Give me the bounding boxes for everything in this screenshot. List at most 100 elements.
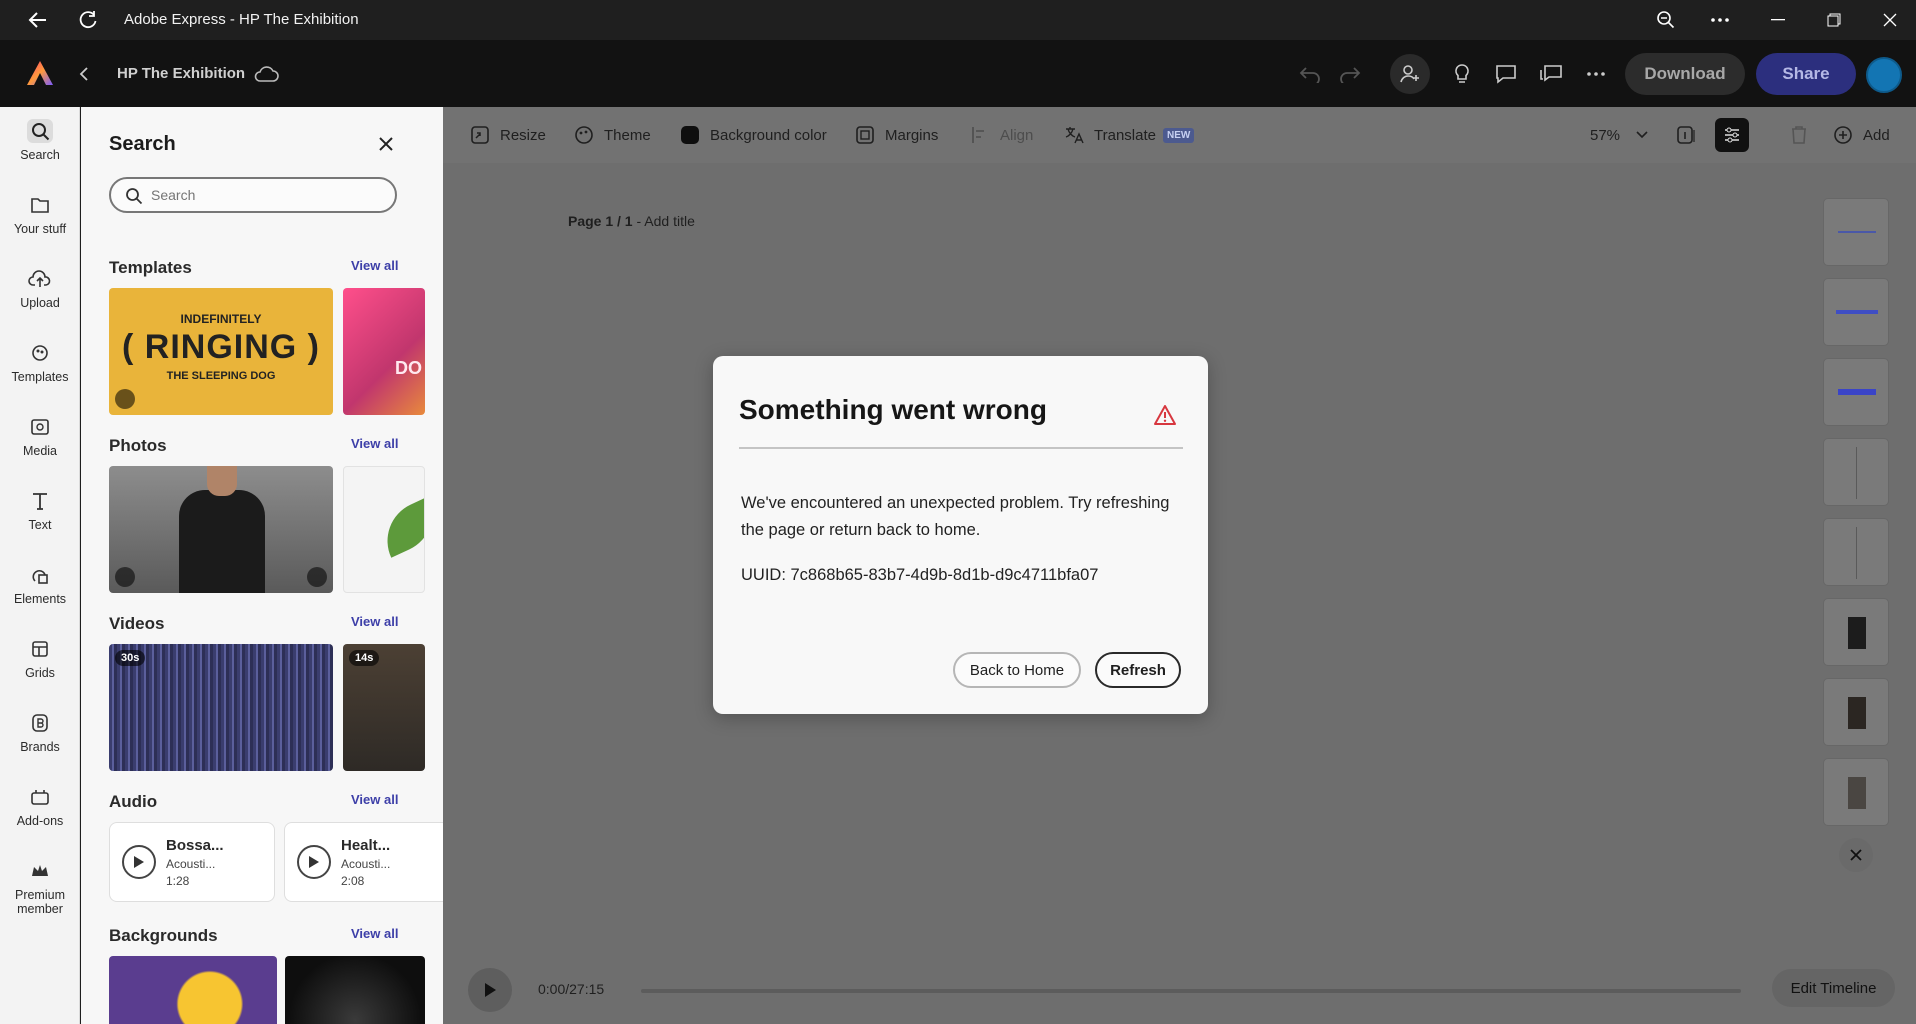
lightbulb-icon[interactable] <box>1446 58 1478 90</box>
avatar[interactable] <box>1866 57 1902 93</box>
video-card[interactable]: 14s <box>343 644 425 771</box>
invite-user-icon[interactable] <box>1390 54 1430 94</box>
audio-track-card[interactable]: Bossa... Acousti... 1:28 <box>109 822 275 902</box>
trash-icon[interactable] <box>1790 124 1808 146</box>
scene-thumbnail[interactable] <box>1823 198 1889 266</box>
theme-button[interactable]: Theme <box>574 124 651 146</box>
crown-icon <box>32 865 48 876</box>
play-icon <box>485 983 496 997</box>
present-icon[interactable] <box>1535 58 1567 90</box>
undo-icon[interactable] <box>1294 58 1326 90</box>
close-panel-icon[interactable] <box>373 131 399 157</box>
resize-button[interactable]: Resize <box>470 124 546 146</box>
section-title-templates: Templates <box>109 258 192 277</box>
rail-item-text[interactable]: Text <box>0 489 80 532</box>
search-input[interactable] <box>151 185 381 205</box>
comment-icon[interactable] <box>1490 58 1522 90</box>
back-to-home-button[interactable]: Back to Home <box>953 652 1081 688</box>
edit-timeline-button[interactable]: Edit Timeline <box>1772 969 1895 1007</box>
minimize-icon[interactable] <box>1758 0 1798 40</box>
redo-icon[interactable] <box>1334 58 1366 90</box>
add-page-button[interactable]: Add <box>1833 124 1890 146</box>
timeline-scrubber[interactable] <box>641 989 1741 993</box>
scene-thumbnail[interactable] <box>1823 438 1889 506</box>
scene-thumbnail[interactable] <box>1823 598 1889 666</box>
document-title[interactable]: HP The Exhibition <box>117 40 245 107</box>
translate-button[interactable]: Translate NEW <box>1064 124 1195 146</box>
palette-icon <box>575 126 593 144</box>
scene-thumbnail[interactable] <box>1823 278 1889 346</box>
background-color-label: Background color <box>710 126 827 144</box>
timecode: 0:00/27:15 <box>538 981 605 997</box>
zoom-icon[interactable] <box>1648 0 1684 40</box>
play-icon[interactable] <box>122 845 156 879</box>
text-icon <box>33 493 47 510</box>
margins-button[interactable]: Margins <box>855 124 938 146</box>
view-all-backgrounds-link[interactable]: View all <box>351 926 398 941</box>
scene-thumbnail[interactable] <box>1823 758 1889 826</box>
share-button[interactable]: Share <box>1756 53 1856 95</box>
restore-icon[interactable] <box>1814 0 1854 40</box>
photo-card[interactable] <box>109 466 333 593</box>
rail-item-elements[interactable]: Elements <box>0 563 80 606</box>
play-icon[interactable] <box>297 845 331 879</box>
arrow-left-icon[interactable] <box>20 0 56 40</box>
app-header: HP The Exhibition Download Share <box>0 40 1916 107</box>
rail-item-brands[interactable]: Brands <box>0 711 80 754</box>
close-icon[interactable] <box>1870 0 1910 40</box>
rail-item-grids[interactable]: Grids <box>0 637 80 680</box>
add-label: Add <box>1863 126 1890 144</box>
resize-icon <box>471 126 489 144</box>
close-scenes-button[interactable] <box>1839 838 1873 872</box>
leaf-shape <box>374 496 424 558</box>
chevron-down-icon <box>1636 131 1648 139</box>
layers-icon <box>1725 127 1739 143</box>
rail-item-premium[interactable]: Premium member <box>0 859 80 916</box>
scene-thumbnail[interactable] <box>1823 358 1889 426</box>
addons-icon <box>31 790 49 805</box>
rail-item-media[interactable]: Media <box>0 415 80 458</box>
layers-toggle-button[interactable] <box>1715 118 1749 152</box>
view-all-videos-link[interactable]: View all <box>351 614 398 629</box>
scene-thumbnail[interactable] <box>1823 518 1889 586</box>
refresh-button[interactable]: Refresh <box>1095 652 1181 688</box>
more-icon[interactable] <box>1702 0 1738 40</box>
folder-icon <box>31 198 49 213</box>
template-card[interactable]: INDEFINITELY ( RINGING ) THE SLEEPING DO… <box>109 288 333 415</box>
align-button[interactable]: Align <box>970 124 1033 146</box>
template-card[interactable]: DO <box>343 288 425 415</box>
rail-item-addons[interactable]: Add-ons <box>0 785 80 828</box>
translate-icon <box>1065 127 1084 144</box>
add-title-link[interactable]: Add title <box>644 213 695 229</box>
rail-item-search[interactable]: Search <box>0 119 80 162</box>
more-options-icon[interactable] <box>1580 58 1612 90</box>
adobe-express-logo[interactable] <box>24 57 56 89</box>
section-title-videos: Videos <box>109 614 165 633</box>
rail-item-templates[interactable]: Templates <box>0 341 80 384</box>
play-button[interactable] <box>468 968 512 1012</box>
view-all-templates-link[interactable]: View all <box>351 258 398 273</box>
templates-icon <box>32 345 48 361</box>
background-color-button[interactable]: Background color <box>680 124 827 146</box>
video-card[interactable]: 30s <box>109 644 333 771</box>
background-card[interactable] <box>285 956 425 1024</box>
search-field[interactable] <box>109 177 397 213</box>
view-all-photos-link[interactable]: View all <box>351 436 398 451</box>
dialog-uuid: UUID: 7c868b65-83b7-4d9b-8d1b-d9c4711bfa… <box>741 566 1099 584</box>
audio-title: Bossa... <box>166 837 224 854</box>
scene-thumbnail[interactable] <box>1823 678 1889 746</box>
rail-label: Upload <box>20 296 60 310</box>
rail-item-upload[interactable]: Upload <box>0 267 80 310</box>
plus-circle-icon <box>1834 126 1852 144</box>
photo-card[interactable] <box>343 466 425 593</box>
view-all-audio-link[interactable]: View all <box>351 792 398 807</box>
rail-item-your-stuff[interactable]: Your stuff <box>0 193 80 236</box>
audio-track-card[interactable]: Healt... Acousti... 2:08 <box>284 822 443 902</box>
zoom-select[interactable]: 57% <box>1590 124 1648 146</box>
search-panel: Search Templates View all INDEFINITELY (… <box>81 107 443 1024</box>
refresh-icon[interactable] <box>70 0 106 40</box>
download-button[interactable]: Download <box>1625 53 1745 95</box>
chevron-left-icon[interactable] <box>74 58 94 90</box>
background-card[interactable] <box>109 956 277 1024</box>
page-count-icon[interactable] <box>1675 124 1697 146</box>
